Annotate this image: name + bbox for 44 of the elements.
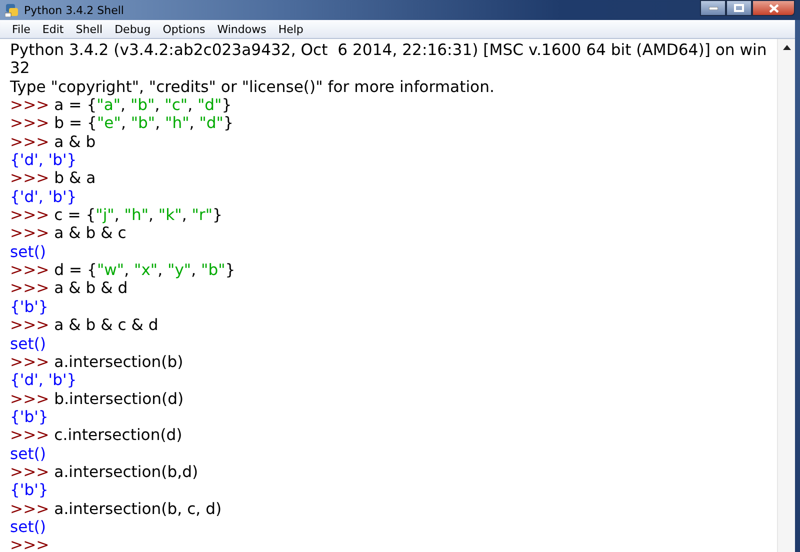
input-line: >>> b.intersection(d)	[10, 390, 184, 408]
output-line: {'d', 'b'}	[10, 151, 77, 170]
banner-line: Python 3.4.2 (v3.4.2:ab2c023a9432, Oct 6 2014, 22:16:31) [MSC v.1600 64 bit (AMD64)] on win	[10, 41, 767, 60]
banner-line: Type "copyright", "credits" or "license()" for more information.	[10, 78, 494, 96]
input-line: >>>	[10, 536, 50, 552]
close-icon	[768, 4, 778, 12]
menu-item[interactable]: Edit	[36, 22, 70, 36]
input-line: >>> a & b	[10, 132, 96, 152]
scroll-up-icon[interactable]	[782, 45, 790, 50]
output-line: {'b'}	[10, 298, 48, 316]
input-line: >>> c = {"j", "h", "k", "r"}	[10, 206, 222, 224]
menu-item[interactable]: Options	[156, 22, 212, 36]
menu-item[interactable]: Windows	[211, 22, 272, 36]
output-line: set()	[10, 518, 46, 536]
output-line: {'d', 'b'}	[10, 188, 77, 206]
menu-item[interactable]: Shell	[70, 22, 109, 36]
input-line: >>> a.intersection(b, c, d)	[10, 500, 222, 518]
input-line: >>> a & b & d	[10, 279, 128, 298]
window-title: Python 3.4.2 Shell	[24, 4, 124, 16]
input-line: >>> b = {"e", "b", "h", "d"}	[10, 114, 234, 133]
minimize-icon	[708, 6, 718, 10]
output-line: set()	[10, 444, 46, 463]
menu-item[interactable]: Help	[272, 22, 310, 36]
close-button[interactable]	[752, 0, 795, 16]
output-line: set()	[10, 242, 46, 262]
output-line: {'b'}	[10, 481, 48, 500]
output-line: {'d', 'b'}	[10, 371, 77, 390]
input-line: >>> a & b & c & d	[10, 316, 158, 334]
menu-item[interactable]: Debug	[108, 22, 157, 36]
input-line: >>> a.intersection(b,d)	[10, 462, 198, 482]
input-line: >>> c.intersection(d)	[10, 426, 182, 445]
input-line: >>> a.intersection(b)	[10, 352, 184, 372]
input-line: >>> b & a	[10, 169, 96, 188]
input-line: >>> d = {"w", "x", "y", "b"}	[10, 261, 236, 280]
maximize-button[interactable]	[726, 0, 752, 16]
maximize-icon	[734, 4, 744, 12]
input-line: >>> a & b & c	[10, 224, 126, 243]
banner-line: 32	[10, 59, 30, 78]
menu-item[interactable]: File	[6, 22, 36, 36]
python-icon	[5, 3, 19, 17]
minimize-button[interactable]	[700, 0, 726, 16]
output-line: {'b'}	[10, 408, 48, 426]
output-line: set()	[10, 334, 46, 353]
input-line: >>> a = {"a", "b", "c", "d"}	[10, 96, 232, 114]
